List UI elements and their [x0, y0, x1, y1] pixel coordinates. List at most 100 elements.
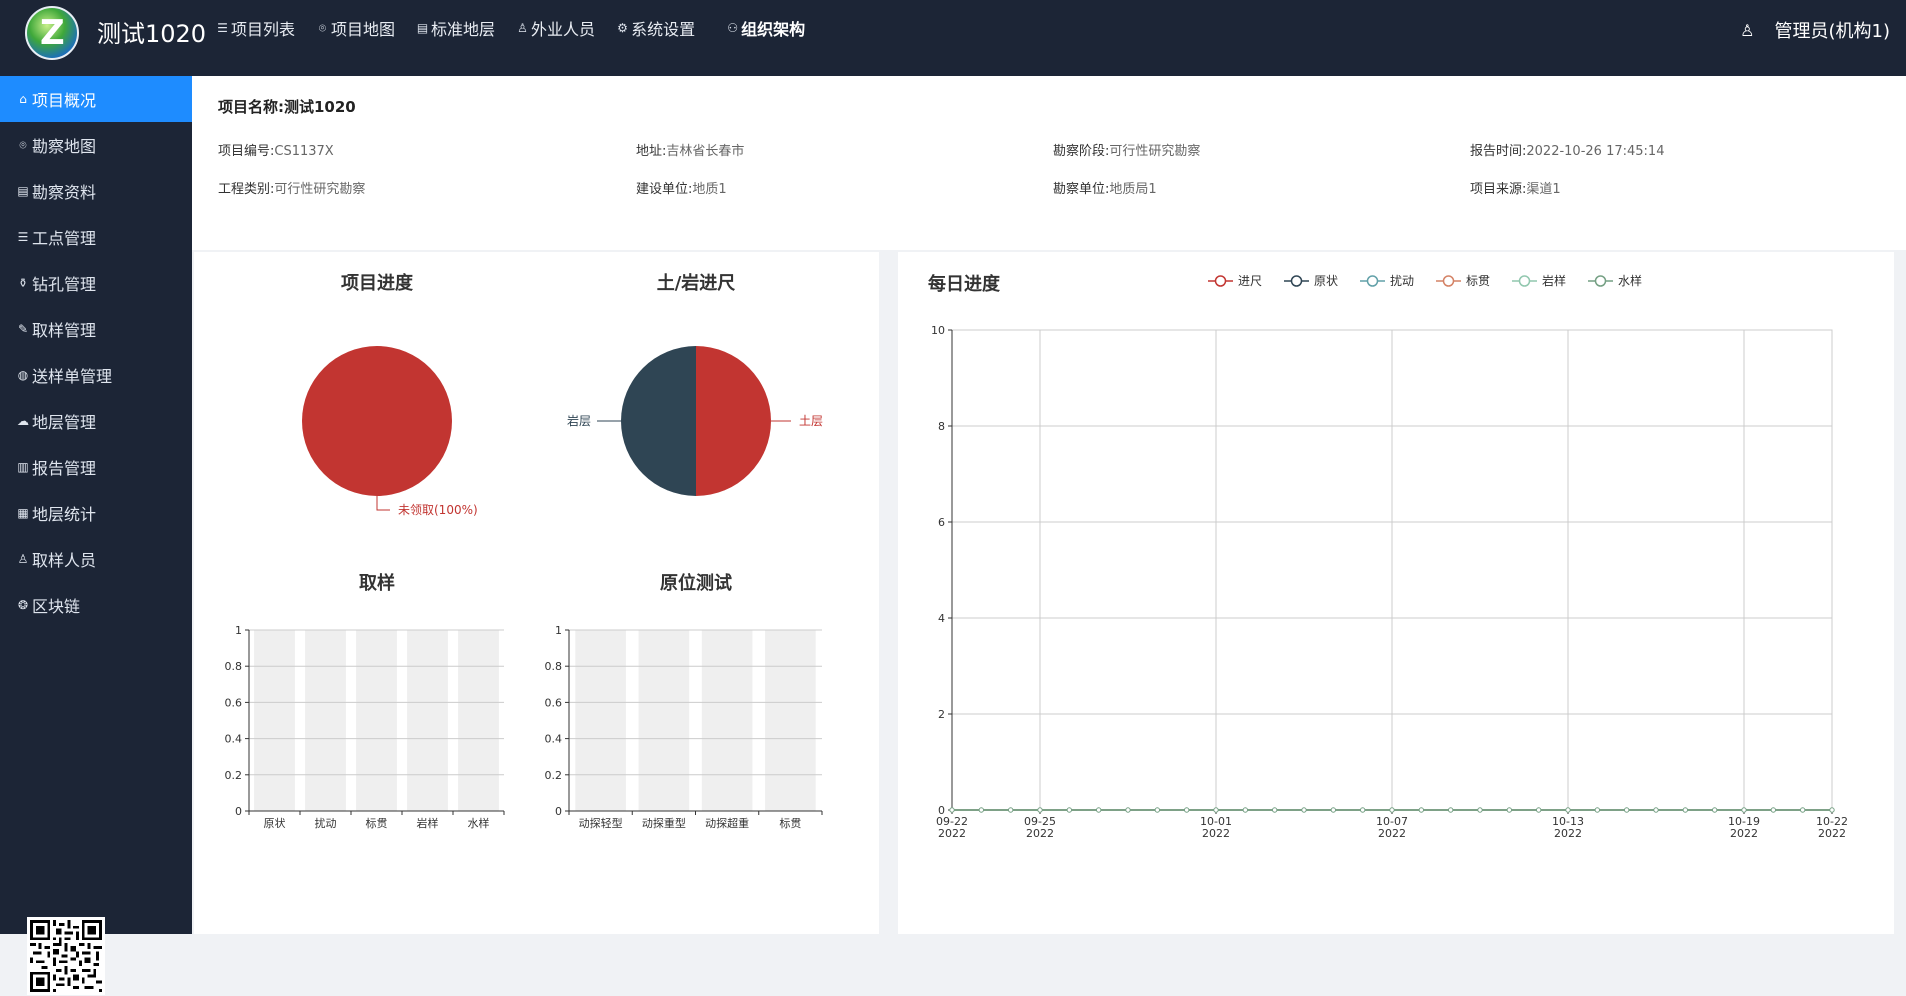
bar-background: [638, 630, 690, 811]
data-point: [1359, 807, 1366, 813]
field-value: 2022-10-26 17:45:14: [1526, 144, 1665, 159]
field-label: 勘察阶段:: [1053, 144, 1110, 159]
sidebar-item-sampling-staff[interactable]: ♙ 取样人员: [0, 536, 192, 582]
daily-progress-panel: 每日进度 进尺 原状 扰动 标贯 岩样 水样 0 2 4 6 8 10 09-22 2022 09-25 202…: [898, 252, 1894, 934]
field-label: 报告时间:: [1470, 144, 1527, 159]
report-icon: ▥: [17, 460, 29, 474]
bar-background: [458, 630, 499, 811]
gear-icon: ⚙: [617, 20, 628, 35]
sidebar-item-overview[interactable]: ⌂ 项目概况: [0, 76, 192, 122]
sidebar-item-label: 送样单管理: [32, 367, 113, 386]
data-point: [1095, 807, 1102, 813]
project-name: 项目名称:测试1020: [218, 96, 356, 117]
user-menu[interactable]: ♙ 管理员(机构1): [1740, 17, 1890, 43]
sidebar-item-blockchain[interactable]: ❂ 区块链: [0, 582, 192, 628]
data-point: [1477, 807, 1483, 813]
nav-item-system-settings[interactable]: ⚙ 系统设置: [616, 18, 696, 39]
sidebar-item-strata-stats[interactable]: ▦ 地层统计: [0, 490, 192, 536]
sidebar-item-sampling-management[interactable]: ✎ 取样管理: [0, 306, 192, 352]
x-tick-year: 2022: [1378, 827, 1406, 840]
chart-title: 原位测试: [660, 572, 732, 594]
nav-item-standard-strata[interactable]: ▤ 标准地层: [416, 18, 495, 39]
nav-item-field-staff[interactable]: ♙ 外业人员: [516, 18, 596, 39]
qr-code: [27, 917, 105, 995]
app-logo[interactable]: Z: [25, 6, 79, 60]
user-label: 管理员(机构1): [1774, 21, 1891, 42]
sidebar-item-label: 项目概况: [32, 91, 97, 110]
data-point: [1565, 807, 1571, 813]
nav-item-project-list[interactable]: ☰ 项目列表: [216, 18, 296, 39]
x-tick-label: 岩样: [417, 816, 439, 830]
legend-marker: [1442, 275, 1455, 287]
field-label: 项目来源:: [1470, 182, 1527, 197]
sidebar-item-label: 取样管理: [32, 321, 97, 340]
nav-label: 系统设置: [631, 20, 696, 39]
pie-slice: [696, 346, 771, 496]
nav-item-project-map[interactable]: ⌾ 项目地图: [316, 18, 396, 39]
summary-charts: 项目进度未领取(100%) 土/岩进尺土层 岩层取样原状 扰动 标贯 岩样 水样 0 0.2 0.…: [225, 272, 824, 830]
data-point: [1799, 807, 1806, 813]
sidebar-item-survey-docs[interactable]: ▤ 勘察资料: [0, 168, 192, 214]
field-value: CS1137X: [274, 144, 334, 159]
x-tick-label: 标贯: [779, 816, 801, 830]
sidebar-item-label: 区块链: [32, 597, 81, 616]
legend-marker: [1290, 275, 1303, 287]
field-construction-unit: 建设单位:地质1: [636, 178, 727, 197]
sidebar-item-label: 勘察资料: [32, 183, 97, 202]
legend-label: 水样: [1618, 273, 1642, 288]
legend-marker: [1366, 275, 1379, 287]
field-value: 渠道1: [1526, 182, 1561, 197]
data-point: [1829, 807, 1835, 813]
y-tick-label: 0.6: [225, 696, 243, 709]
nav-label: 组织架构: [741, 20, 806, 39]
top-nav: ☰ 项目列表 ⌾ 项目地图 ▤ 标准地层 ♙ 外业人员 ⚙ 系统设置 ⚇ 组织架构: [216, 18, 826, 39]
sidebar-item-borehole-management[interactable]: ⚱ 钻孔管理: [0, 260, 192, 306]
field-value: 可行性研究勘察: [1109, 144, 1201, 159]
x-tick-label: 动探超重: [705, 816, 749, 830]
field-project-source: 项目来源:渠道1: [1470, 178, 1561, 197]
field-label: 工程类别:: [218, 182, 275, 197]
bar-background: [356, 630, 397, 811]
data-point: [1741, 807, 1747, 813]
nav-label: 外业人员: [531, 20, 596, 39]
data-point: [949, 807, 955, 813]
pie-label-line: [376, 496, 390, 511]
y-tick-label: 1: [555, 624, 562, 637]
nav-label: 项目列表: [231, 20, 296, 39]
field-address: 地址:吉林省长春市: [636, 140, 744, 159]
data-point: [1301, 807, 1307, 813]
data-point: [1682, 807, 1689, 813]
sidebar-item-survey-map[interactable]: ⌾ 勘察地图: [0, 122, 192, 168]
map-pin-icon: ⌾: [19, 137, 27, 152]
data-point: [1271, 807, 1278, 813]
sidebar-item-strata-management[interactable]: ☁ 地层管理: [0, 398, 192, 444]
daily-progress-chart: 每日进度 进尺 原状 扰动 标贯 岩样 水样024681009-22202209-25202…: [928, 273, 1848, 840]
sidebar-item-sample-delivery[interactable]: ◍ 送样单管理: [0, 352, 192, 398]
layers-icon: ▤: [416, 20, 429, 35]
field-survey-unit: 勘察单位:地质局1: [1053, 178, 1157, 197]
sidebar-item-site-management[interactable]: ☰ 工点管理: [0, 214, 192, 260]
project-name-label: 项目名称:: [218, 98, 284, 116]
legend-label: 扰动: [1390, 274, 1414, 288]
pie-label: 土层: [799, 414, 823, 428]
data-point: [1623, 807, 1630, 813]
y-tick-label: 10: [931, 324, 945, 337]
summary-charts-panel: 项目进度 未领取(100%) 土/岩进尺 土层 岩层 取样 原状 扰动 标贯 岩样 水样 0 0.2 0.…: [194, 252, 879, 934]
bar-background: [254, 630, 295, 811]
x-tick-year: 2022: [1554, 827, 1582, 840]
data-point: [1213, 807, 1219, 813]
nav-label: 项目地图: [331, 20, 396, 39]
list-icon: ☰: [217, 20, 228, 35]
sidebar-item-report-management[interactable]: ▥ 报告管理: [0, 444, 192, 490]
x-tick-label: 原状: [264, 816, 286, 830]
x-tick-label: 扰动: [315, 816, 337, 830]
data-point: [1242, 807, 1249, 813]
y-tick-label: 0: [555, 805, 562, 818]
field-label: 建设单位:: [636, 182, 693, 197]
document-icon: ▤: [17, 184, 29, 198]
x-tick-year: 2022: [1202, 827, 1230, 840]
x-tick-year: 2022: [938, 827, 966, 840]
home-icon: ⌂: [19, 92, 27, 106]
nav-item-org-structure[interactable]: ⚇ 组织架构: [726, 18, 806, 39]
x-tick-label: 动探重型: [642, 816, 686, 830]
